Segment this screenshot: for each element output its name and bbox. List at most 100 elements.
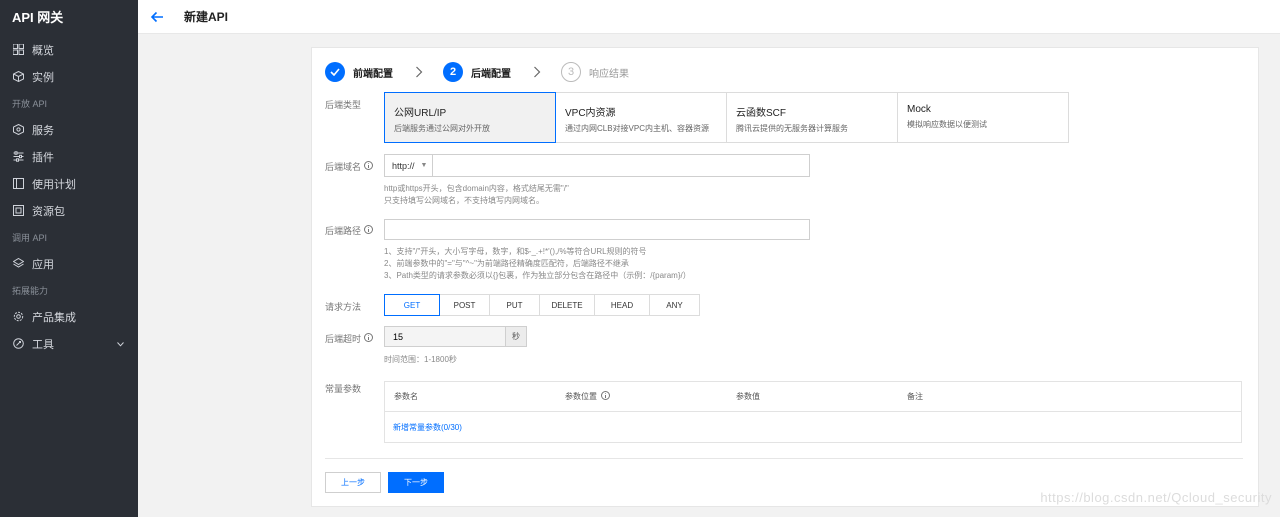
sidebar-item-label: 使用计划 (32, 178, 76, 191)
backend-type-label: 后端类型 (325, 100, 362, 110)
sidebar-item-label: 插件 (32, 151, 54, 164)
backend-path-label: 后端路径 (325, 224, 374, 237)
sidebar-item-usage-plan[interactable]: 使用计划 (0, 170, 138, 197)
step-label: 前端配置 (353, 68, 393, 80)
step-frontend-config: 前端配置 (325, 62, 393, 82)
column-header: 参数值 (736, 392, 760, 401)
backend-type-selector: 公网URL/IP 后端服务通过公网对外开放 VPC内资源 通过内网CLB对接VP… (384, 92, 1069, 143)
backend-type-desc: 模拟响应数据以便测试 (907, 120, 987, 129)
const-params-table: 参数名 参数位置 参数值 备注 新增常量参数(0/30) (384, 381, 1242, 443)
sidebar-item-service[interactable]: 服务 (0, 116, 138, 143)
sidebar-item-label: 概览 (32, 44, 54, 57)
info-icon[interactable] (364, 225, 374, 236)
backend-domain-input-group: http:// ▼ (384, 154, 810, 177)
request-method-label: 请求方法 (325, 302, 362, 312)
tool-icon (12, 338, 24, 350)
sidebar-item-label: 实例 (32, 71, 54, 84)
timeout-input-group: 秒 (384, 326, 527, 347)
sidebar-section-extensions: 拓展能力 (12, 286, 49, 296)
check-icon (325, 62, 345, 82)
layers-icon (12, 258, 24, 270)
protocol-value: http:// (392, 160, 415, 171)
method-put[interactable]: PUT (489, 294, 540, 316)
page-header: 新建API (138, 0, 1280, 34)
column-header: 参数名 (394, 392, 418, 401)
service-icon (12, 124, 24, 136)
sidebar-item-overview[interactable]: 概览 (0, 36, 138, 63)
timeout-label: 后端超时 (325, 332, 374, 345)
protocol-select[interactable]: http:// ▼ (385, 155, 433, 176)
backend-path-input-wrap (384, 219, 810, 240)
timeout-help: 时间范围：1-1800秒 (384, 355, 457, 364)
chevron-down-icon[interactable] (117, 338, 124, 350)
plugin-icon (12, 151, 24, 163)
step-response-result: 3 响应结果 (561, 62, 629, 82)
timeout-unit: 秒 (506, 326, 527, 347)
main-card: 前端配置 2 后端配置 3 响应结果 后端类型 公网URL/IP 后端服务通过公… (311, 47, 1259, 507)
sidebar-item-label: 产品集成 (32, 311, 76, 324)
method-delete[interactable]: DELETE (539, 294, 595, 316)
sidebar-item-label: 工具 (32, 338, 54, 351)
info-icon[interactable] (364, 161, 374, 172)
sidebar-item-product-integration[interactable]: 产品集成 (0, 303, 138, 330)
page-title: 新建API (184, 10, 229, 24)
sidebar-item-resource-package[interactable]: 资源包 (0, 197, 138, 224)
gear-icon (12, 311, 24, 323)
step-label: 响应结果 (589, 68, 629, 80)
sidebar-item-label: 应用 (32, 258, 54, 271)
backend-type-desc: 后端服务通过公网对外开放 (394, 124, 490, 133)
watermark: https://blog.csdn.net/Qcloud_security (1040, 490, 1272, 505)
backend-type-scf[interactable]: 云函数SCF 腾讯云提供的无服务器计算服务 (726, 92, 898, 143)
backend-type-title: VPC内资源 (565, 108, 616, 119)
chevron-right-icon (415, 66, 427, 78)
grid-icon (12, 44, 24, 56)
sidebar-item-label: 资源包 (32, 205, 65, 218)
sidebar-item-label: 服务 (32, 124, 54, 137)
request-method-group: GET POST PUT DELETE HEAD ANY (384, 294, 700, 316)
package-icon (12, 205, 24, 217)
chevron-right-icon (533, 66, 545, 78)
caret-down-icon: ▼ (420, 162, 428, 169)
domain-help: http或https开头，包含domain内容，格式结尾无需"/" 只支持填写公… (384, 184, 569, 205)
step-number: 2 (443, 62, 463, 82)
info-icon[interactable] (601, 391, 610, 402)
method-head[interactable]: HEAD (594, 294, 650, 316)
stepper: 前端配置 2 后端配置 3 响应结果 (325, 61, 629, 83)
cube-icon (12, 71, 24, 83)
sidebar-item-instance[interactable]: 实例 (0, 63, 138, 90)
backend-type-vpc[interactable]: VPC内资源 通过内网CLB对接VPC内主机、容器资源 (555, 92, 727, 143)
sidebar-item-application[interactable]: 应用 (0, 250, 138, 277)
backend-path-input[interactable] (385, 220, 809, 239)
timeout-input[interactable] (384, 326, 506, 347)
sidebar: API 网关 概览 实例 开放 API 服务 插件 使用计划 资源包 调用 AP… (0, 0, 138, 517)
method-any[interactable]: ANY (649, 294, 700, 316)
step-number: 3 (561, 62, 581, 82)
backend-type-public-url[interactable]: 公网URL/IP 后端服务通过公网对外开放 (384, 92, 556, 143)
backend-domain-input[interactable] (433, 155, 809, 176)
method-get[interactable]: GET (384, 294, 440, 316)
sidebar-section-open-api: 开放 API (12, 99, 48, 109)
step-label: 后端配置 (471, 68, 511, 80)
sidebar-section-call-api: 调用 API (12, 233, 48, 243)
path-help: 1、支持"/"开头，大小写字母，数字，和$-_.+!*'(),/%等符合URL规… (384, 247, 691, 280)
step-backend-config: 2 后端配置 (443, 62, 511, 82)
plan-icon (12, 178, 24, 190)
info-icon[interactable] (364, 333, 374, 344)
add-const-param-link[interactable]: 新增常量参数(0/30) (393, 422, 462, 433)
prev-step-button[interactable]: 上一步 (325, 472, 381, 493)
column-header: 参数位置 (556, 391, 727, 402)
divider (325, 458, 1243, 459)
backend-type-title: Mock (907, 104, 931, 115)
backend-domain-label: 后端域名 (325, 160, 374, 173)
const-params-label: 常量参数 (325, 384, 362, 394)
next-step-button[interactable]: 下一步 (388, 472, 444, 493)
brand-title: API 网关 (12, 10, 64, 25)
table-header: 参数名 参数位置 参数值 备注 (385, 382, 1241, 412)
sidebar-item-plugin[interactable]: 插件 (0, 143, 138, 170)
sidebar-item-tools[interactable]: 工具 (0, 330, 138, 357)
method-post[interactable]: POST (439, 294, 490, 316)
backend-type-desc: 腾讯云提供的无服务器计算服务 (736, 124, 848, 133)
back-arrow-icon[interactable] (150, 10, 164, 24)
backend-type-mock[interactable]: Mock 模拟响应数据以便测试 (897, 92, 1069, 143)
backend-type-title: 公网URL/IP (394, 108, 447, 119)
